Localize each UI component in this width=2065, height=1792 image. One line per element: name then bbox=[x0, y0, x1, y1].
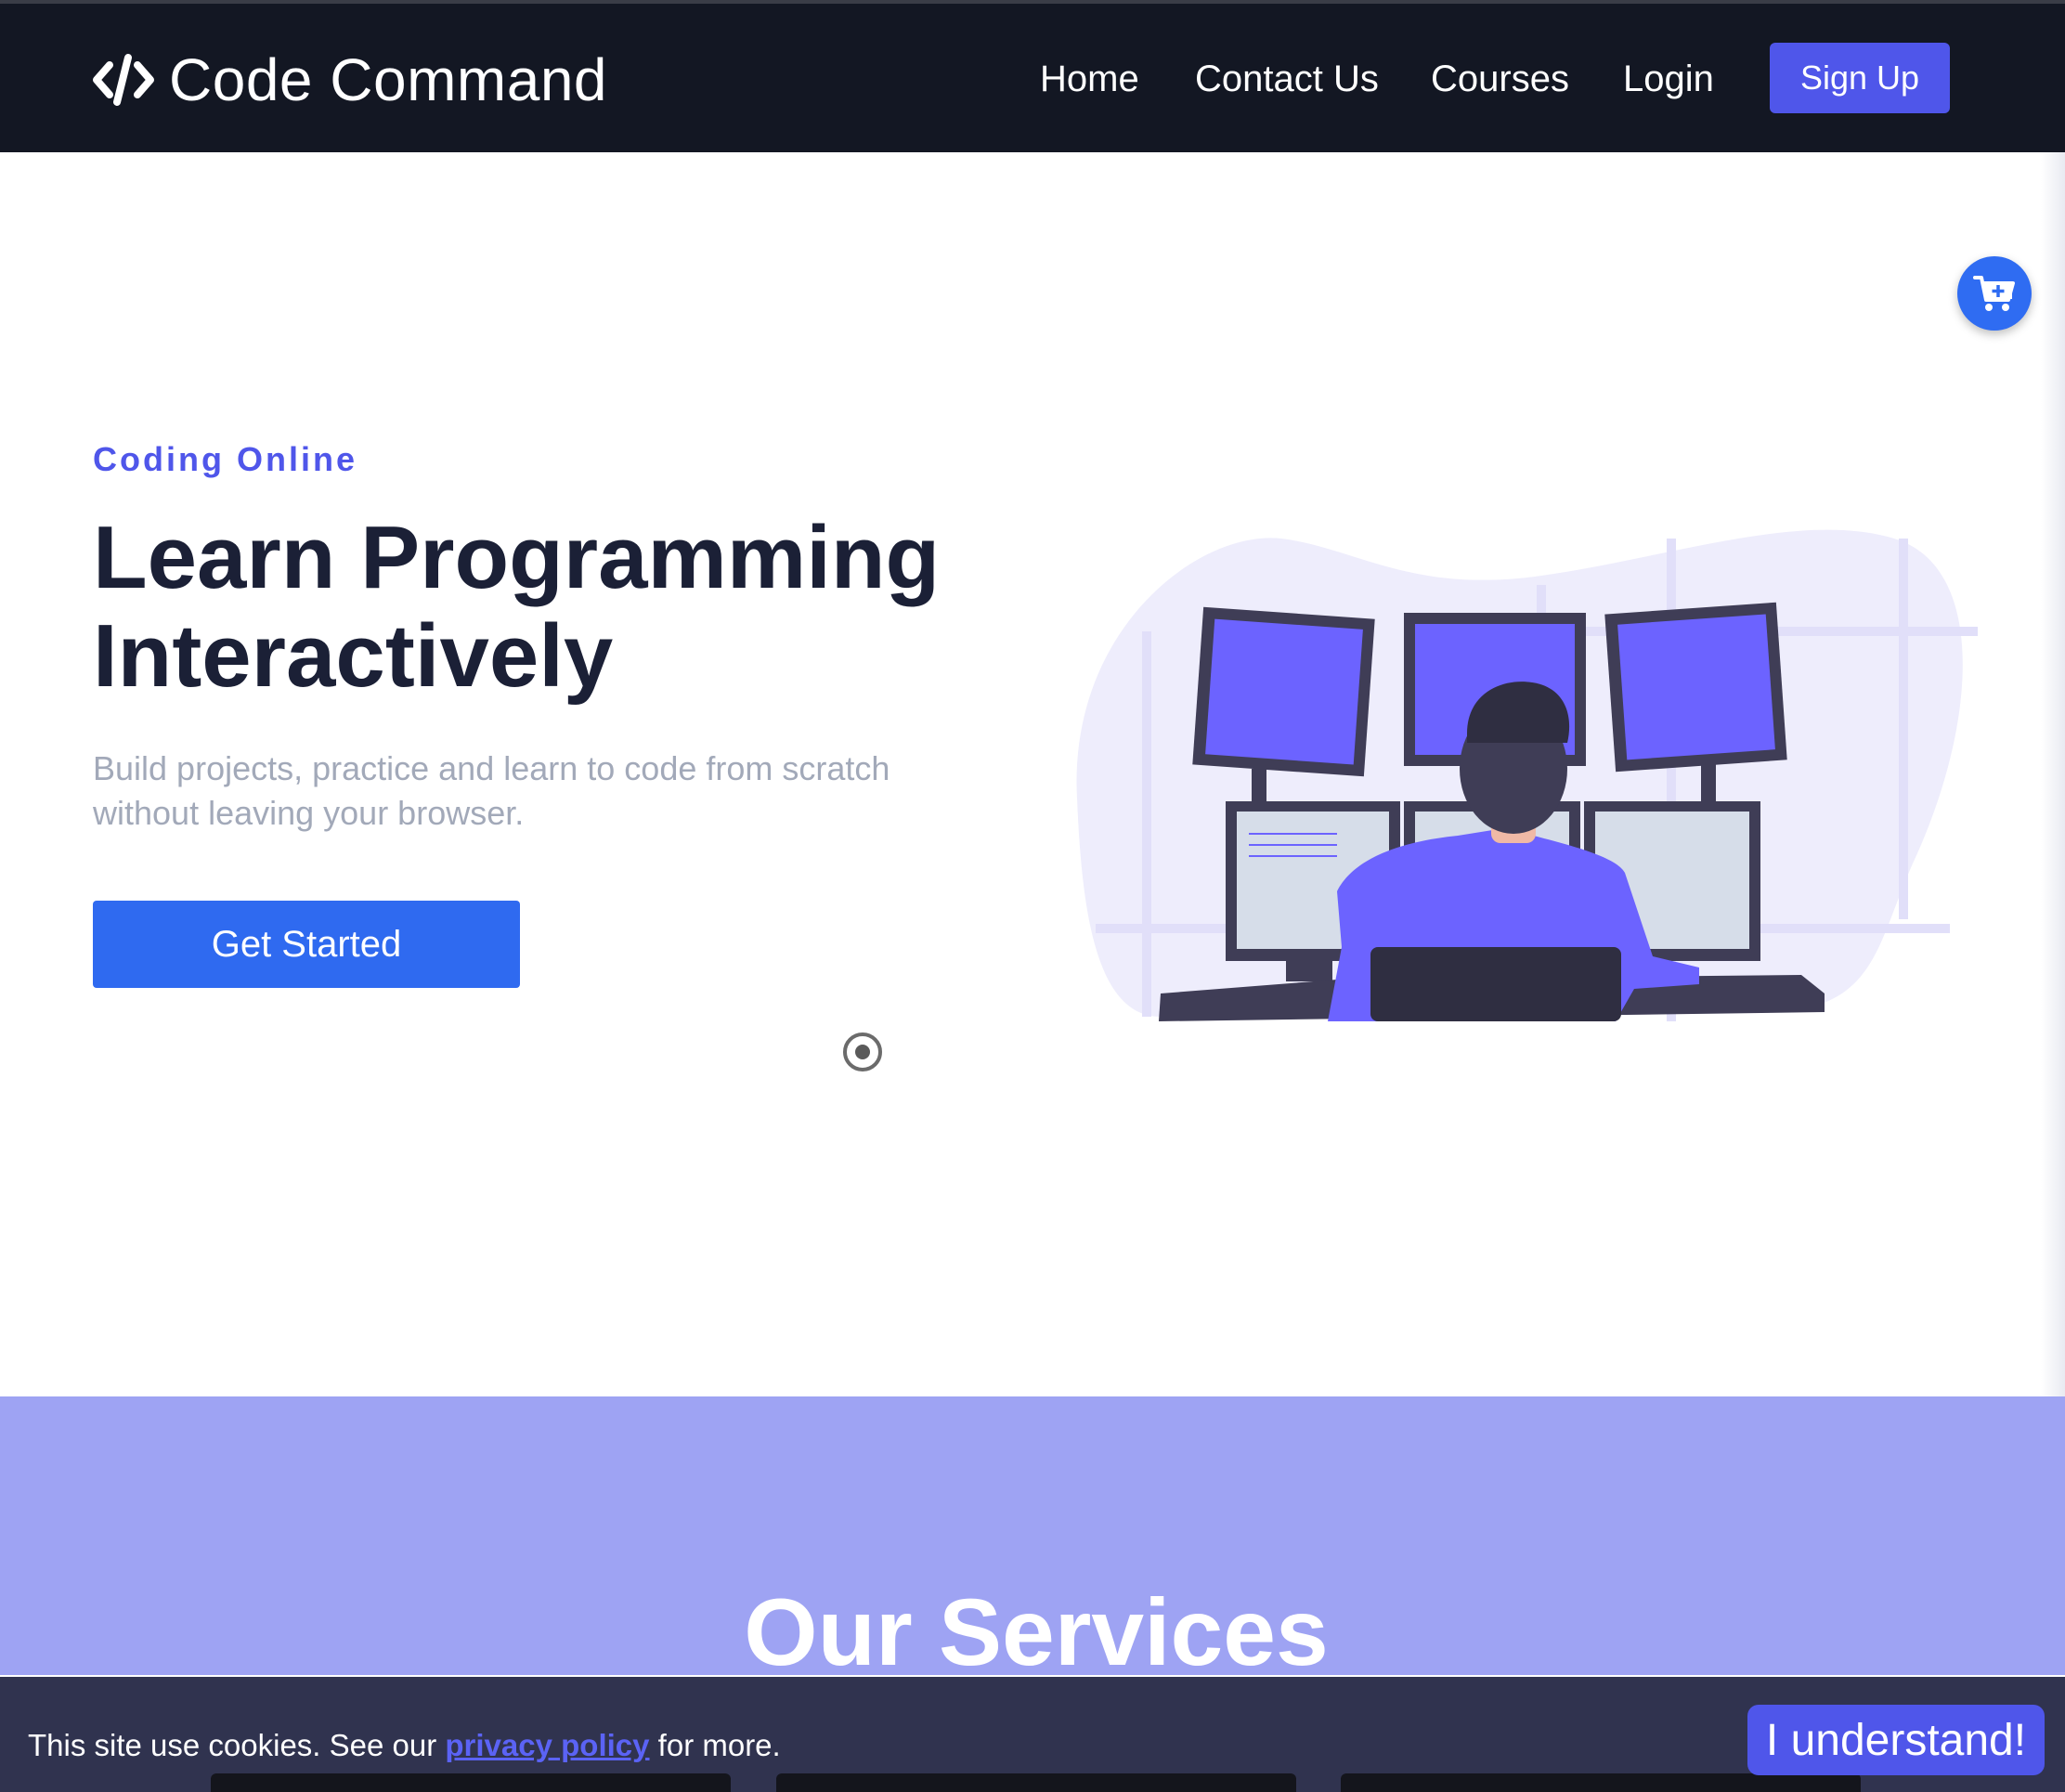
cookie-accept-button[interactable]: I understand! bbox=[1747, 1705, 2045, 1775]
sign-up-button[interactable]: Sign Up bbox=[1770, 43, 1950, 113]
hero-subtitle-line1: Build projects, practice and learn to co… bbox=[93, 749, 890, 787]
carousel-indicator-icon[interactable] bbox=[841, 1031, 884, 1073]
service-card bbox=[776, 1773, 1296, 1792]
code-brackets-icon bbox=[93, 54, 154, 106]
navbar: Code Command Home Contact Us Courses Log… bbox=[0, 4, 2065, 152]
cookie-text-after: for more. bbox=[649, 1728, 781, 1762]
scrollbar-track[interactable] bbox=[2041, 152, 2065, 1396]
nav-link-home[interactable]: Home bbox=[1040, 56, 1139, 102]
service-card bbox=[211, 1773, 731, 1792]
cookie-message: This site use cookies. See our privacy p… bbox=[28, 1727, 781, 1764]
services-title: Our Services bbox=[744, 1579, 1329, 1685]
nav-link-contact-us[interactable]: Contact Us bbox=[1195, 56, 1379, 102]
programmer-illustration bbox=[1076, 529, 1978, 1021]
hero-title: Learn Programming Interactively bbox=[93, 509, 1003, 706]
cookie-text-before: This site use cookies. See our bbox=[28, 1728, 446, 1762]
hero-eyebrow: Coding Online bbox=[93, 440, 357, 478]
cart-button[interactable] bbox=[1957, 256, 2032, 331]
privacy-policy-link[interactable]: privacy policy bbox=[445, 1728, 649, 1762]
brand-logo[interactable]: Code Command bbox=[93, 43, 607, 117]
hero-subtitle-line2: without leaving your browser. bbox=[93, 794, 525, 832]
service-card bbox=[1341, 1773, 1861, 1792]
get-started-button[interactable]: Get Started bbox=[93, 901, 520, 988]
cart-plus-icon bbox=[1973, 276, 2015, 311]
nav-link-courses[interactable]: Courses bbox=[1431, 56, 1569, 102]
hero-subtitle: Build projects, practice and learn to co… bbox=[93, 747, 929, 836]
hero-title-line2: Interactively bbox=[93, 606, 614, 706]
hero-title-line1: Learn Programming bbox=[93, 508, 941, 607]
brand-name: Code Command bbox=[169, 46, 607, 113]
nav-link-login[interactable]: Login bbox=[1623, 56, 1714, 102]
